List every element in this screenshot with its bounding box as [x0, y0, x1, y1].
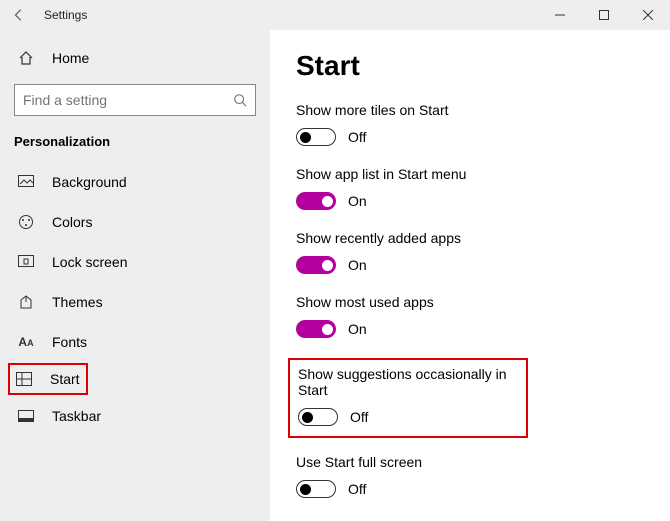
toggle-state: Off: [348, 129, 366, 145]
toggle-more-tiles[interactable]: [296, 128, 336, 146]
toggle-state: On: [348, 257, 367, 273]
toggle-state: Off: [348, 481, 366, 497]
toggle-state: On: [348, 321, 367, 337]
setting-title: Use Start full screen: [296, 454, 644, 470]
nav-themes[interactable]: Themes: [10, 283, 260, 321]
start-icon: [14, 372, 34, 386]
minimize-button[interactable]: [538, 0, 582, 30]
nav-lockscreen[interactable]: Lock screen: [10, 243, 260, 281]
lockscreen-icon: [16, 255, 36, 269]
page-heading: Start: [296, 50, 644, 82]
search-input[interactable]: [23, 92, 233, 108]
setting-suggestions: Show suggestions occasionally in Start O…: [298, 366, 518, 426]
nav-label: Colors: [52, 214, 92, 230]
search-input-wrapper[interactable]: [14, 84, 256, 116]
setting-app-list: Show app list in Start menu On: [296, 166, 644, 210]
maximize-button[interactable]: [582, 0, 626, 30]
taskbar-icon: [16, 410, 36, 422]
nav-label: Start: [50, 371, 80, 387]
nav-label: Fonts: [52, 334, 87, 350]
close-button[interactable]: [626, 0, 670, 30]
nav-label: Taskbar: [52, 408, 101, 424]
maximize-icon: [599, 10, 609, 20]
sidebar: Home Personalization Background Colors L…: [0, 30, 270, 521]
window-controls: [538, 0, 670, 30]
toggle-recently-added[interactable]: [296, 256, 336, 274]
app-title: Settings: [44, 8, 87, 22]
arrow-left-icon: [12, 8, 26, 22]
sidebar-category: Personalization: [14, 134, 260, 149]
toggle-suggestions[interactable]: [298, 408, 338, 426]
nav-colors[interactable]: Colors: [10, 203, 260, 241]
setting-title: Show suggestions occasionally in Start: [298, 366, 518, 398]
toggle-app-list[interactable]: [296, 192, 336, 210]
setting-fullscreen: Use Start full screen Off: [296, 454, 644, 498]
home-icon: [16, 50, 36, 66]
nav-start[interactable]: Start: [8, 363, 88, 395]
setting-recently-added: Show recently added apps On: [296, 230, 644, 274]
highlighted-setting: Show suggestions occasionally in Start O…: [288, 358, 528, 438]
nav-label: Background: [52, 174, 127, 190]
close-icon: [643, 10, 653, 20]
setting-title: Show most used apps: [296, 294, 644, 310]
minimize-icon: [555, 10, 565, 20]
nav-list: Background Colors Lock screen Themes AA …: [10, 163, 260, 435]
palette-icon: [16, 214, 36, 230]
nav-fonts[interactable]: AA Fonts: [10, 323, 260, 361]
setting-title: Show app list in Start menu: [296, 166, 644, 182]
nav-background[interactable]: Background: [10, 163, 260, 201]
toggle-fullscreen[interactable]: [296, 480, 336, 498]
fonts-icon: AA: [16, 335, 36, 349]
image-icon: [16, 175, 36, 189]
nav-home[interactable]: Home: [10, 44, 260, 72]
toggle-state: On: [348, 193, 367, 209]
search-icon: [233, 93, 247, 107]
setting-more-tiles: Show more tiles on Start Off: [296, 102, 644, 146]
back-button[interactable]: [8, 4, 30, 26]
themes-icon: [16, 294, 36, 310]
setting-title: Show recently added apps: [296, 230, 644, 246]
content: Start Show more tiles on Start Off Show …: [270, 30, 670, 521]
nav-label: Lock screen: [52, 254, 127, 270]
setting-most-used: Show most used apps On: [296, 294, 644, 338]
nav-home-label: Home: [52, 50, 89, 66]
nav-label: Themes: [52, 294, 103, 310]
setting-title: Show more tiles on Start: [296, 102, 644, 118]
titlebar: Settings: [0, 0, 670, 30]
nav-taskbar[interactable]: Taskbar: [10, 397, 260, 435]
toggle-most-used[interactable]: [296, 320, 336, 338]
toggle-state: Off: [350, 409, 368, 425]
